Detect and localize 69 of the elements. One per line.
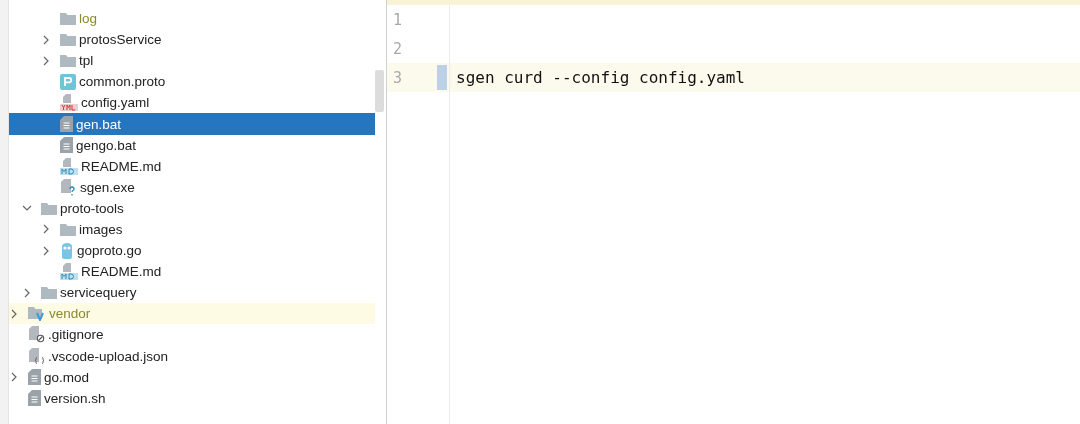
- file-name: go.mod: [44, 369, 90, 385]
- file-name: common.proto: [79, 74, 166, 90]
- file-icon: [60, 137, 73, 154]
- tree-item[interactable]: images: [9, 218, 375, 241]
- file-name: vendor: [49, 306, 91, 322]
- tree-item[interactable]: .vscode-upload.json: [9, 345, 375, 367]
- line-number: 2: [392, 38, 403, 60]
- tree-item[interactable]: gen.bat: [9, 113, 375, 135]
- chevron-right-icon[interactable]: [41, 224, 51, 235]
- file-icon: [60, 94, 78, 112]
- file-name: version.sh: [44, 390, 106, 406]
- chevron-right-icon[interactable]: [41, 245, 51, 256]
- tree-item[interactable]: README.md: [9, 155, 375, 177]
- file-name: servicequery: [60, 285, 137, 301]
- file-name: log: [79, 11, 97, 27]
- file-name: images: [79, 222, 123, 237]
- tree-item[interactable]: protosService: [9, 29, 375, 51]
- file-name: goproto.go: [77, 243, 142, 259]
- tree-item[interactable]: config.yaml: [9, 92, 375, 114]
- file-icon: [60, 73, 76, 90]
- line-number: 1: [392, 9, 403, 31]
- chevron-right-icon[interactable]: [9, 372, 19, 383]
- file-name: proto-tools: [60, 200, 124, 216]
- folder-icon: [60, 33, 76, 47]
- file-icon: [60, 116, 73, 132]
- tree-item[interactable]: README.md: [9, 261, 375, 283]
- tree-item[interactable]: log: [9, 8, 375, 30]
- tree-item[interactable]: common.proto: [9, 71, 375, 93]
- file-name: README.md: [81, 158, 162, 174]
- gopher-icon: [60, 242, 74, 259]
- file-name: gengo.bat: [76, 137, 137, 153]
- file-icon: [28, 347, 45, 365]
- file-name: .vscode-upload.json: [48, 348, 169, 364]
- tree-item[interactable]: gengo.bat: [9, 134, 375, 156]
- folder-icon: [41, 286, 57, 300]
- file-icon: [60, 263, 78, 281]
- file-icon: [28, 390, 41, 407]
- tree-item[interactable]: servicequery: [9, 282, 375, 304]
- file-name: protosService: [79, 32, 162, 48]
- chevron-right-icon[interactable]: [9, 308, 19, 319]
- folder-icon: [60, 12, 76, 26]
- file-name: README.md: [81, 264, 162, 280]
- tree-item[interactable]: sgen.exe: [9, 176, 375, 198]
- file-name: sgen.exe: [80, 179, 135, 195]
- tree-item[interactable]: tpl: [9, 50, 375, 72]
- tree-item[interactable]: vendor: [9, 303, 375, 325]
- chevron-right-icon[interactable]: [41, 55, 51, 66]
- code-line: sgen curd --config config.yaml: [455, 68, 745, 87]
- folder-icon: [41, 201, 57, 215]
- file-name: config.yaml: [81, 95, 150, 111]
- line-number: 3: [392, 67, 403, 89]
- tree-item[interactable]: goproto.go: [9, 240, 375, 262]
- folder-icon: [60, 223, 76, 236]
- tree-item[interactable]: go.mod: [9, 366, 375, 388]
- file-name: .gitignore: [48, 327, 104, 343]
- tree-item[interactable]: proto-tools: [9, 197, 375, 219]
- folder-icon: [28, 306, 46, 322]
- chevron-right-icon[interactable]: [22, 287, 32, 298]
- folder-icon: [60, 54, 76, 68]
- file-name: gen.bat: [76, 116, 122, 132]
- chevron-right-icon[interactable]: [41, 34, 51, 45]
- file-icon: [28, 369, 41, 386]
- file-icon: [60, 157, 78, 175]
- file-icon: [28, 326, 45, 344]
- tree-item[interactable]: .gitignore: [9, 324, 375, 346]
- file-icon: [60, 178, 77, 196]
- file-name: tpl: [79, 53, 94, 69]
- tree-item[interactable]: version.sh: [9, 387, 375, 409]
- scrollbar-thumb[interactable]: [375, 70, 384, 112]
